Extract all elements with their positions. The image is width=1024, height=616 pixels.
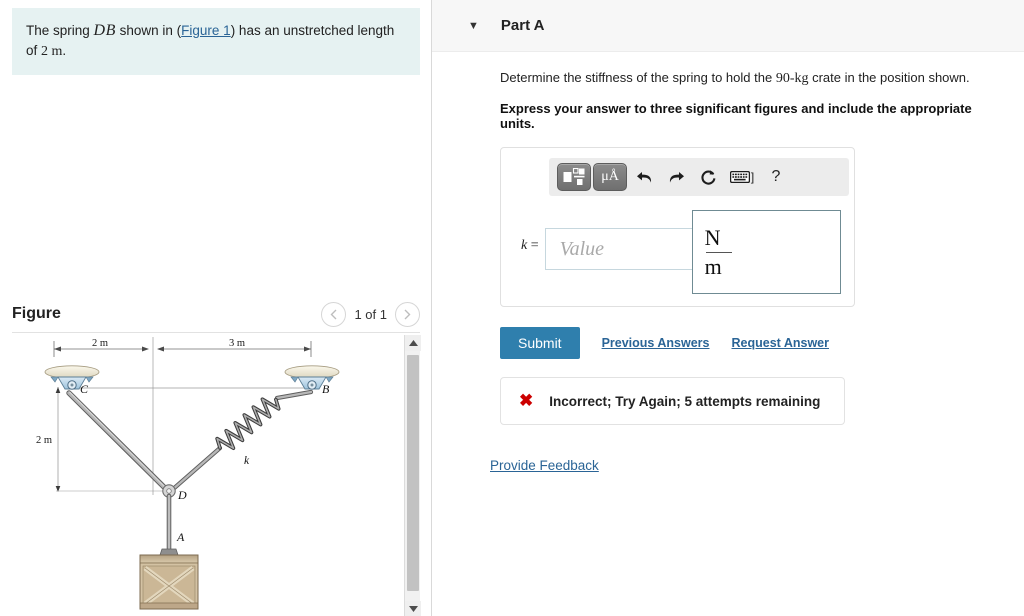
keyboard-bracket-label: ]: [750, 170, 755, 184]
undo-button[interactable]: [629, 163, 659, 191]
figure-next-button[interactable]: [395, 301, 420, 327]
figure-1-link[interactable]: Figure 1: [181, 23, 231, 38]
reset-circular-arrow-icon: [700, 169, 715, 185]
truss-spring-diagram: 2 m 3 m 2 m k C B D A: [36, 337, 340, 610]
equals-sign: =: [530, 238, 539, 253]
right-panel: ▼ Part A Determine the stiffness of the …: [432, 0, 1024, 616]
prompt-text-middle: shown in (: [115, 23, 182, 38]
feedback-banner: ✖ Incorrect; Try Again; 5 attempts remai…: [500, 377, 845, 425]
answer-value-input[interactable]: Value: [544, 228, 693, 270]
problem-statement-box: The spring DB shown in (Figure 1) has an…: [12, 8, 420, 76]
figure-page-label: 1 of 1: [354, 306, 387, 322]
joint-label-b: B: [322, 382, 330, 396]
question-mass-value: 90-kg: [775, 71, 809, 86]
question-mark-icon: ?: [771, 168, 781, 185]
keyboard-icon: [729, 171, 750, 183]
question-line-1: Determine the stiffness of the spring to…: [500, 70, 1000, 87]
member-cd: [66, 390, 170, 493]
math-template-icon: [563, 168, 585, 185]
joint-label-a: A: [176, 530, 185, 544]
dimension-label-2m-top: 2 m: [92, 338, 108, 349]
prompt-text-before: The spring: [26, 23, 94, 38]
previous-answers-link[interactable]: Previous Answers: [602, 336, 710, 350]
figure-title: Figure: [12, 305, 61, 322]
joint-label-c: C: [80, 382, 89, 396]
triangle-down-icon: [408, 606, 418, 612]
figure-prev-button[interactable]: [321, 301, 347, 327]
answer-variable-label: k =: [521, 238, 539, 254]
part-a-title: Part A: [500, 17, 545, 34]
figure-header: Figure 1 of 1: [12, 296, 420, 332]
red-x-icon: ✖: [519, 391, 534, 410]
figure-body: 2 m 3 m 2 m k C B D A: [12, 332, 421, 616]
scrollbar-up-button[interactable]: [405, 335, 421, 351]
answer-units-field[interactable]: N m: [691, 210, 841, 294]
keyboard-button[interactable]: ]: [725, 163, 759, 191]
scrollbar-down-button[interactable]: [405, 601, 421, 616]
variable-k: k: [521, 238, 528, 253]
undo-arrow-icon: [636, 171, 651, 183]
prompt-length-value: 2 m: [41, 43, 63, 59]
crate: [139, 548, 199, 610]
units-button[interactable]: μÅ: [593, 163, 627, 191]
question-instruction: Express your answer to three significant…: [500, 101, 972, 131]
chevron-left-icon: [330, 309, 337, 319]
triangle-up-icon: [408, 340, 418, 346]
question-body: Determine the stiffness of the spring to…: [432, 52, 1024, 475]
answer-entry-row: k = Value N m: [511, 210, 844, 294]
request-answer-link[interactable]: Request Answer: [732, 336, 829, 350]
unit-fraction-bar: [705, 252, 732, 253]
unit-denominator: m: [704, 254, 722, 279]
chevron-right-icon: [404, 309, 411, 319]
figure-scrollbar[interactable]: [404, 335, 421, 616]
question-text-before: Determine the stiffness of the spring to…: [500, 70, 776, 85]
value-placeholder: Value: [559, 237, 605, 260]
feedback-message: Incorrect; Try Again; 5 attempts remaini…: [549, 393, 821, 409]
dimension-span-left: 2 m: [53, 338, 149, 357]
submit-button[interactable]: Submit: [500, 327, 580, 359]
page-root: The spring DB shown in (Figure 1) has an…: [0, 0, 1024, 616]
prompt-math-db: DB: [93, 22, 116, 39]
spring-coil: [215, 397, 281, 451]
scrollbar-thumb[interactable]: [407, 355, 419, 591]
joint-label-d: D: [177, 488, 187, 502]
dimension-span-right: 3 m: [157, 338, 312, 357]
caret-down-icon[interactable]: ▼: [468, 20, 479, 32]
redo-button[interactable]: [661, 163, 691, 191]
left-panel: The spring DB shown in (Figure 1) has an…: [0, 0, 432, 616]
math-toolbar: μÅ] ?: [549, 158, 849, 196]
units-mu-angstrom-icon: μÅ: [601, 169, 619, 184]
prompt-period: .: [62, 42, 67, 58]
part-a-header[interactable]: ▼ Part A: [432, 0, 1024, 52]
figure-pager: 1 of 1: [321, 301, 420, 327]
spring-label-k: k: [244, 455, 250, 467]
question-text-after: crate in the position shown.: [808, 70, 970, 85]
action-row: Submit Previous Answers Request Answer: [500, 327, 1000, 359]
provide-feedback-row: Provide Feedback: [490, 457, 1000, 475]
math-template-button[interactable]: [557, 163, 591, 191]
help-button[interactable]: ?: [761, 163, 791, 191]
pin-support-c: C: [44, 365, 100, 396]
unit-numerator: N: [704, 224, 721, 250]
provide-feedback-link[interactable]: Provide Feedback: [490, 458, 599, 473]
answer-entry-card: μÅ] ? k = Value N m: [500, 147, 855, 307]
reset-button[interactable]: [693, 163, 723, 191]
dimension-label-2m-side: 2 m: [36, 435, 52, 446]
dimension-label-3m-top: 3 m: [229, 338, 245, 349]
redo-arrow-icon: [669, 171, 684, 183]
